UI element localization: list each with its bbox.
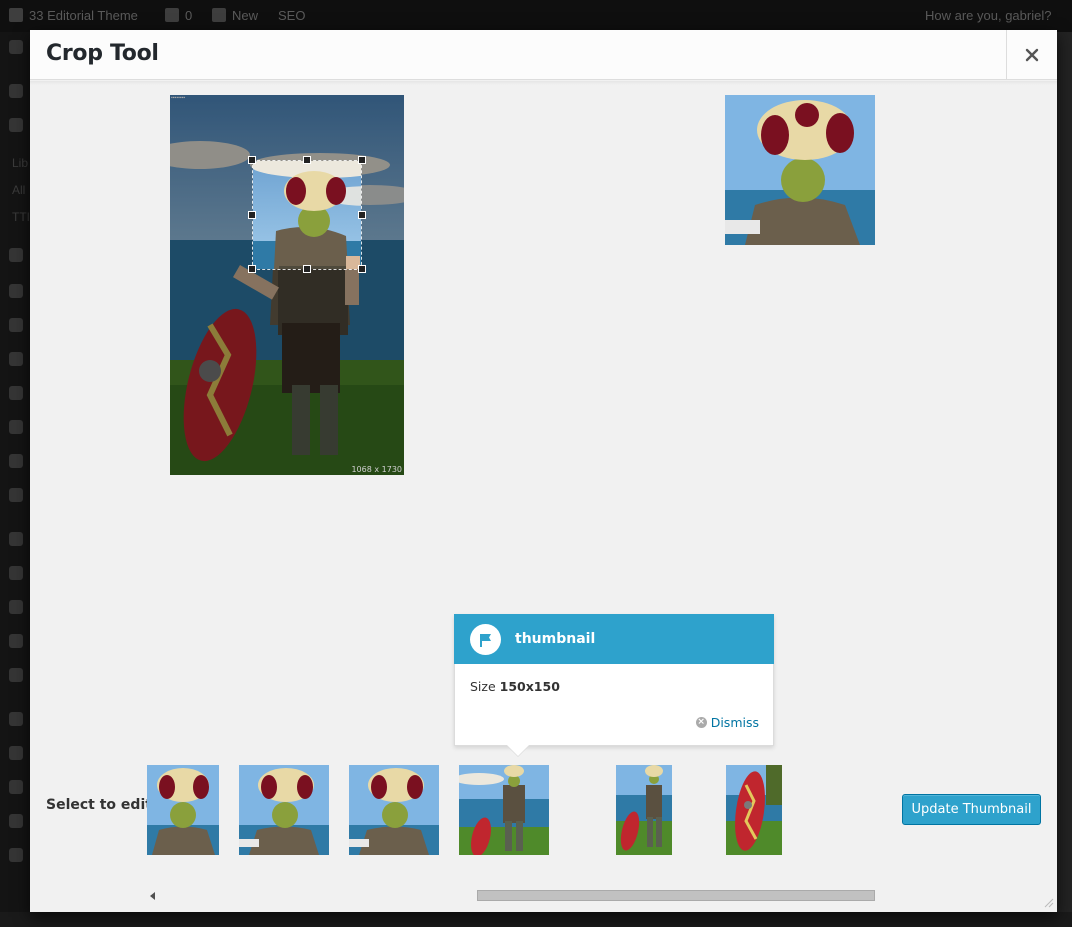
crop-selection[interactable] [252, 160, 362, 270]
size-tooltip: thumbnail Size 150x150 × Dismiss [454, 614, 774, 756]
wp-home-item[interactable]: 33 Editorial Theme [9, 8, 138, 23]
scroll-left-arrow[interactable] [150, 892, 155, 900]
seo-item[interactable]: SEO [278, 8, 305, 23]
wrench-icon [9, 634, 23, 648]
dismiss-icon: × [695, 717, 707, 728]
media-icon [9, 118, 23, 132]
flag-icon [470, 624, 501, 655]
crop-handle-s[interactable] [303, 265, 311, 273]
crop-handle-sw[interactable] [248, 265, 256, 273]
comment-count: 0 [185, 8, 193, 23]
modal-header: Crop Tool [30, 30, 1057, 80]
dismiss-label: Dismiss [710, 715, 759, 730]
cloud-icon [9, 712, 23, 726]
comments-item[interactable]: 0 [165, 8, 192, 23]
image-dimensions: 1068 x 1730 [351, 465, 402, 474]
gear-icon [9, 848, 23, 862]
thumbnail-item[interactable] [616, 765, 672, 855]
thumbnail-item[interactable] [239, 765, 329, 855]
settings-icon [9, 668, 23, 682]
image-corner-label: ▪▪▪▪▪▪▪▪ [171, 95, 186, 101]
dismiss-link[interactable]: × Dismiss [695, 715, 759, 730]
modal-close-button[interactable] [1006, 30, 1057, 80]
sidebar-fragment-2: All [12, 183, 26, 197]
crop-tool-modal: Crop Tool ▪▪▪▪▪▪▪▪ 1068 x 1730 thumbnail… [30, 30, 1057, 912]
close-icon [1025, 48, 1039, 62]
plugin-icon [9, 566, 23, 580]
crop-handle-se[interactable] [358, 265, 366, 273]
crop-handle-e[interactable] [358, 211, 366, 219]
thumbnail-item[interactable] [726, 765, 782, 855]
admin-bar: 33 Editorial Theme 0 New SEO How are you… [0, 0, 1072, 32]
thumbnail-strip-fade [850, 744, 877, 904]
crop-handle-nw[interactable] [248, 156, 256, 164]
crop-handle-ne[interactable] [358, 156, 366, 164]
gear-icon [9, 780, 23, 794]
crop-handle-w[interactable] [248, 211, 256, 219]
comments-icon [9, 318, 23, 332]
gear-icon [9, 814, 23, 828]
crop-handle-n[interactable] [303, 156, 311, 164]
plus-icon [212, 8, 226, 22]
preview-image [725, 95, 875, 245]
site-name: 33 Editorial Theme [29, 8, 138, 23]
header-shadow [30, 81, 1057, 85]
crop-preview [725, 95, 875, 245]
thumbnail-item[interactable] [349, 765, 439, 855]
tooltip-size: Size 150x150 [470, 679, 560, 694]
page-icon [9, 248, 23, 262]
tooltip-header: thumbnail [454, 614, 774, 664]
pin-icon [9, 386, 23, 400]
resize-grip-icon[interactable] [1042, 896, 1054, 908]
account-greeting[interactable]: How are you, gabriel? [925, 8, 1051, 23]
dashboard-icon [9, 40, 23, 54]
pin-icon [9, 488, 23, 502]
comment-icon [165, 8, 179, 22]
size-value: 150x150 [499, 679, 560, 694]
thumbnail-strip [135, 744, 877, 904]
new-item[interactable]: New [212, 8, 258, 23]
tooltip-title: thumbnail [515, 631, 596, 647]
pin-icon [9, 84, 23, 98]
sidebar-fragment-3: TTI [12, 210, 30, 224]
pin-icon [9, 454, 23, 468]
pages-icon [9, 284, 23, 298]
pin-icon [9, 420, 23, 434]
crop-selection-image [253, 161, 361, 269]
new-label: New [232, 8, 259, 23]
background-strip [0, 912, 1072, 927]
user-icon [9, 600, 23, 614]
thumbnail-item[interactable] [147, 765, 219, 855]
crop-editor-image[interactable]: ▪▪▪▪▪▪▪▪ 1068 x 1730 [170, 95, 404, 475]
pin-icon [9, 352, 23, 366]
thumbnail-item[interactable] [459, 765, 549, 855]
update-thumbnail-button[interactable]: Update Thumbnail [902, 794, 1041, 825]
modal-title: Crop Tool [46, 41, 159, 66]
gear-icon [9, 746, 23, 760]
crop-mask [170, 95, 404, 475]
thumbnail-scrollbar[interactable] [477, 890, 875, 901]
home-icon [9, 8, 23, 22]
admin-sidebar: Lib All TTI [0, 32, 30, 927]
brush-icon [9, 532, 23, 546]
sidebar-fragment-1: Lib [12, 156, 29, 170]
size-prefix: Size [470, 679, 496, 694]
